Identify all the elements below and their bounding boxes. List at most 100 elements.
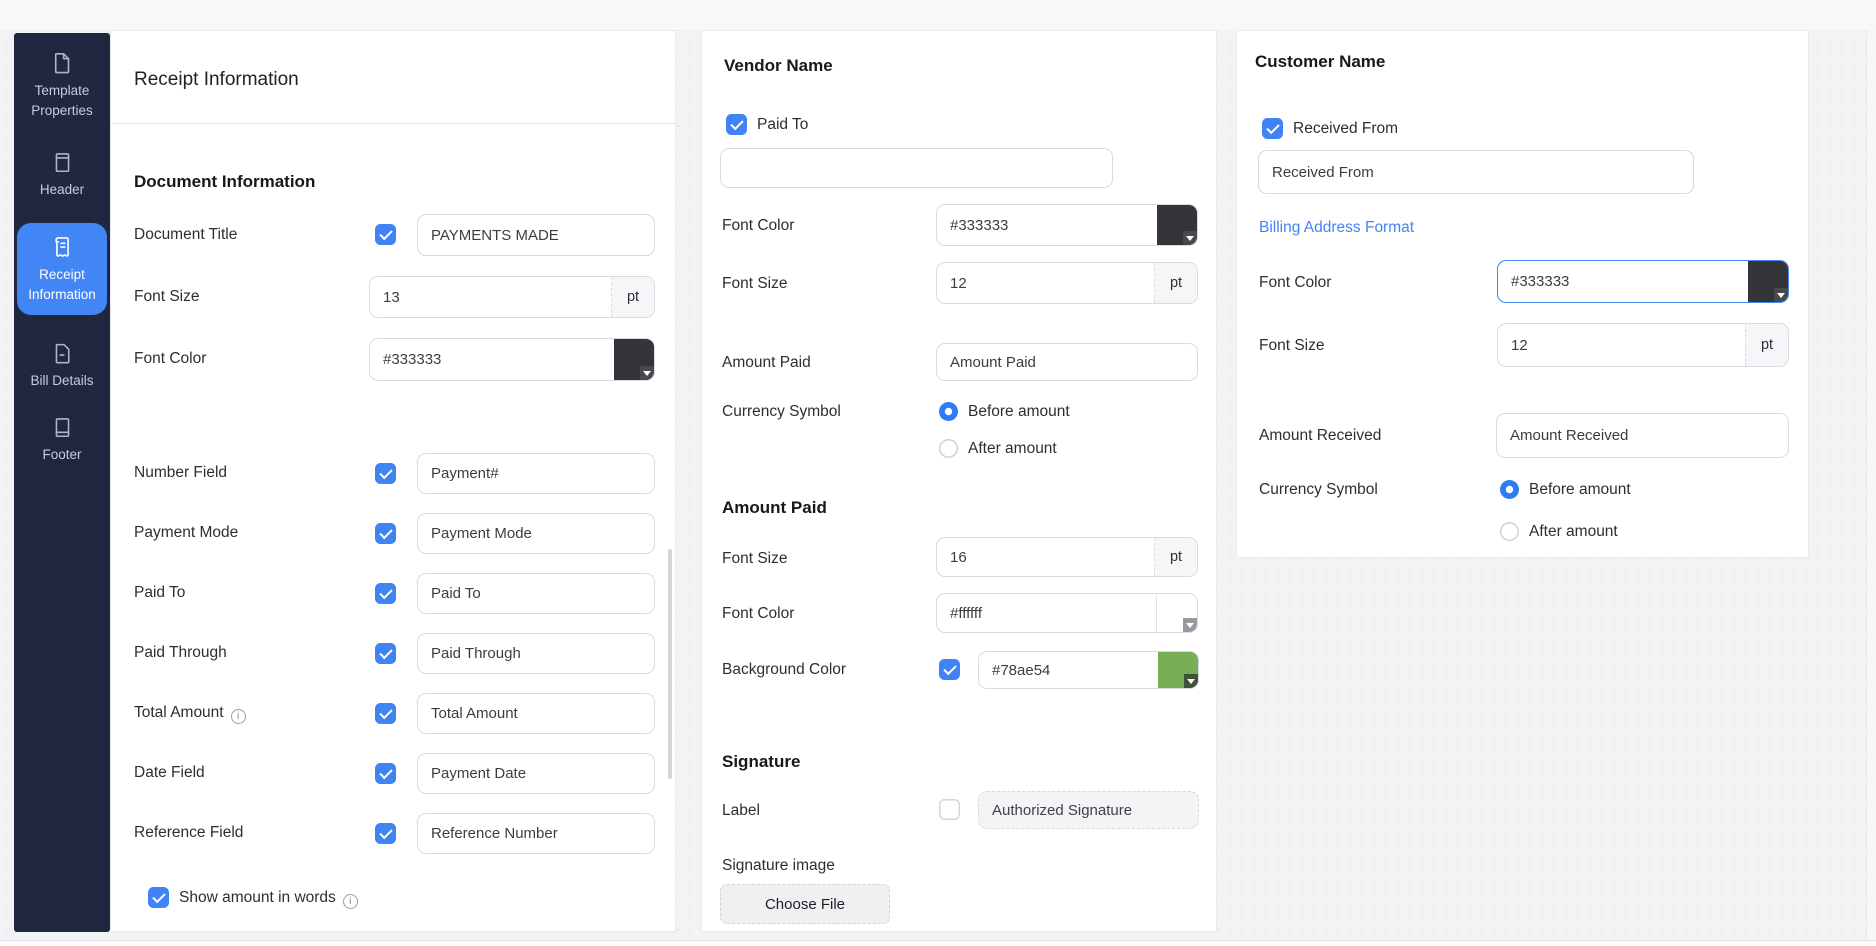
customer-before-amount-label: Before amount <box>1529 479 1631 501</box>
swatch-caret-icon <box>1774 288 1788 302</box>
signature-label-checkbox[interactable] <box>939 799 960 820</box>
signature-section-title: Signature <box>722 752 800 772</box>
font-color-group <box>369 338 655 381</box>
sidebar-item-footer[interactable]: Footer <box>14 415 110 470</box>
amount-paid-font-size-input[interactable] <box>937 538 1154 576</box>
info-icon[interactable]: i <box>231 709 246 724</box>
viewport-scrollbar[interactable] <box>1866 30 1876 940</box>
sidebar-item-template-properties[interactable]: TemplateProperties <box>14 43 110 121</box>
paid-through-checkbox[interactable] <box>375 643 396 664</box>
background-color-swatch[interactable] <box>1158 652 1198 688</box>
vendor-font-size-unit: pt <box>1154 263 1197 303</box>
document-title-input[interactable] <box>417 214 655 256</box>
vendor-font-size-input[interactable] <box>937 263 1154 303</box>
customer-font-color-label: Font Color <box>1259 272 1331 294</box>
customer-currency-symbol-label: Currency Symbol <box>1259 479 1378 501</box>
reference-field-label: Reference Field <box>134 822 243 844</box>
sidebar-item-label: Header <box>40 180 84 200</box>
vendor-paid-to-checkbox[interactable] <box>726 114 747 135</box>
vendor-font-size-group: pt <box>936 262 1198 304</box>
reference-field-input[interactable] <box>417 813 655 854</box>
panel-scrollbar[interactable] <box>668 549 672 779</box>
customer-font-color-swatch[interactable] <box>1748 261 1788 302</box>
customer-name-input[interactable] <box>1258 150 1694 194</box>
amount-paid-font-size-unit: pt <box>1154 538 1197 576</box>
number-field-input[interactable] <box>417 453 655 494</box>
amount-paid-font-color-label: Font Color <box>722 603 794 625</box>
document-title-checkbox[interactable] <box>375 224 396 245</box>
paid-through-label: Paid Through <box>134 642 227 664</box>
vendor-font-size-label: Font Size <box>722 273 787 295</box>
background-color-input[interactable] <box>979 652 1158 688</box>
signature-image-label: Signature image <box>722 855 835 877</box>
sidebar-item-bill-details[interactable]: Bill Details <box>14 333 110 391</box>
received-from-checkbox[interactable] <box>1262 118 1283 139</box>
paid-to-input[interactable] <box>417 573 655 614</box>
background-color-checkbox[interactable] <box>939 659 960 680</box>
paid-through-input[interactable] <box>417 633 655 674</box>
vendor-paid-to-label: Paid To <box>757 114 808 136</box>
document-title-label: Document Title <box>134 224 237 246</box>
vendor-name-input[interactable] <box>720 148 1113 188</box>
sidebar-item-header[interactable]: Header <box>14 150 110 200</box>
customer-font-size-input[interactable] <box>1498 324 1745 366</box>
customer-font-color-group <box>1497 260 1789 303</box>
total-amount-input[interactable] <box>417 693 655 734</box>
swatch-caret-icon <box>1183 618 1197 632</box>
font-color-swatch[interactable] <box>614 339 654 380</box>
date-field-input[interactable] <box>417 753 655 794</box>
amount-paid-field-label: Amount Paid <box>722 352 811 374</box>
vendor-after-amount-radio[interactable] <box>939 439 958 458</box>
bill-details-icon <box>50 341 75 366</box>
amount-paid-field-input[interactable] <box>936 343 1198 381</box>
page-title: Receipt Information <box>134 69 299 91</box>
vendor-font-color-input[interactable] <box>937 205 1157 245</box>
amount-paid-font-color-input[interactable] <box>937 594 1156 632</box>
total-amount-checkbox[interactable] <box>375 703 396 724</box>
font-size-input[interactable] <box>370 277 611 317</box>
payment-mode-input[interactable] <box>417 513 655 554</box>
billing-address-format-link[interactable]: Billing Address Format <box>1259 219 1414 237</box>
swatch-caret-icon <box>1183 231 1197 245</box>
section-title-document-information: Document Information <box>134 172 315 192</box>
choose-file-button[interactable]: Choose File <box>720 884 890 924</box>
customer-font-color-input[interactable] <box>1498 261 1748 302</box>
top-strip <box>0 0 1876 30</box>
signature-label-input[interactable] <box>978 791 1199 829</box>
customer-name-title: Customer Name <box>1255 52 1385 72</box>
font-color-label: Font Color <box>134 348 206 370</box>
show-amount-in-words-checkbox[interactable] <box>148 887 169 908</box>
sidebar-item-receipt-information[interactable]: ReceiptInformation <box>17 223 107 315</box>
amount-received-input[interactable] <box>1496 413 1789 458</box>
info-icon[interactable]: i <box>343 894 358 909</box>
amount-paid-section-title: Amount Paid <box>722 498 827 518</box>
customer-name-panel: Customer Name Received From Billing Addr… <box>1236 30 1809 558</box>
background-color-group <box>978 651 1199 689</box>
font-color-input[interactable] <box>370 339 614 380</box>
template-editor-window: TemplateProperties Header ReceiptInforma… <box>0 0 1876 946</box>
amount-paid-font-size-group: pt <box>936 537 1198 577</box>
swatch-caret-icon <box>640 366 654 380</box>
vendor-font-color-swatch[interactable] <box>1157 205 1197 245</box>
paid-to-checkbox[interactable] <box>375 583 396 604</box>
date-field-checkbox[interactable] <box>375 763 396 784</box>
vendor-before-amount-radio[interactable] <box>939 402 958 421</box>
amount-paid-font-size-label: Font Size <box>722 548 787 570</box>
sidebar-item-label: ReceiptInformation <box>28 265 96 305</box>
customer-font-size-group: pt <box>1497 323 1789 367</box>
swatch-caret-icon <box>1184 674 1198 688</box>
payment-mode-checkbox[interactable] <box>375 523 396 544</box>
received-from-label: Received From <box>1293 118 1398 140</box>
reference-field-checkbox[interactable] <box>375 823 396 844</box>
receipt-information-icon <box>49 234 75 260</box>
signature-label-label: Label <box>722 800 760 822</box>
customer-before-amount-radio[interactable] <box>1500 480 1519 499</box>
number-field-checkbox[interactable] <box>375 463 396 484</box>
sidebar-item-label: Bill Details <box>30 371 93 391</box>
customer-after-amount-radio[interactable] <box>1500 522 1519 541</box>
vendor-name-title: Vendor Name <box>724 56 833 76</box>
header-icon <box>50 150 75 175</box>
amount-paid-font-color-swatch[interactable] <box>1156 594 1197 632</box>
number-field-label: Number Field <box>134 462 227 484</box>
sidebar: TemplateProperties Header ReceiptInforma… <box>14 33 110 932</box>
